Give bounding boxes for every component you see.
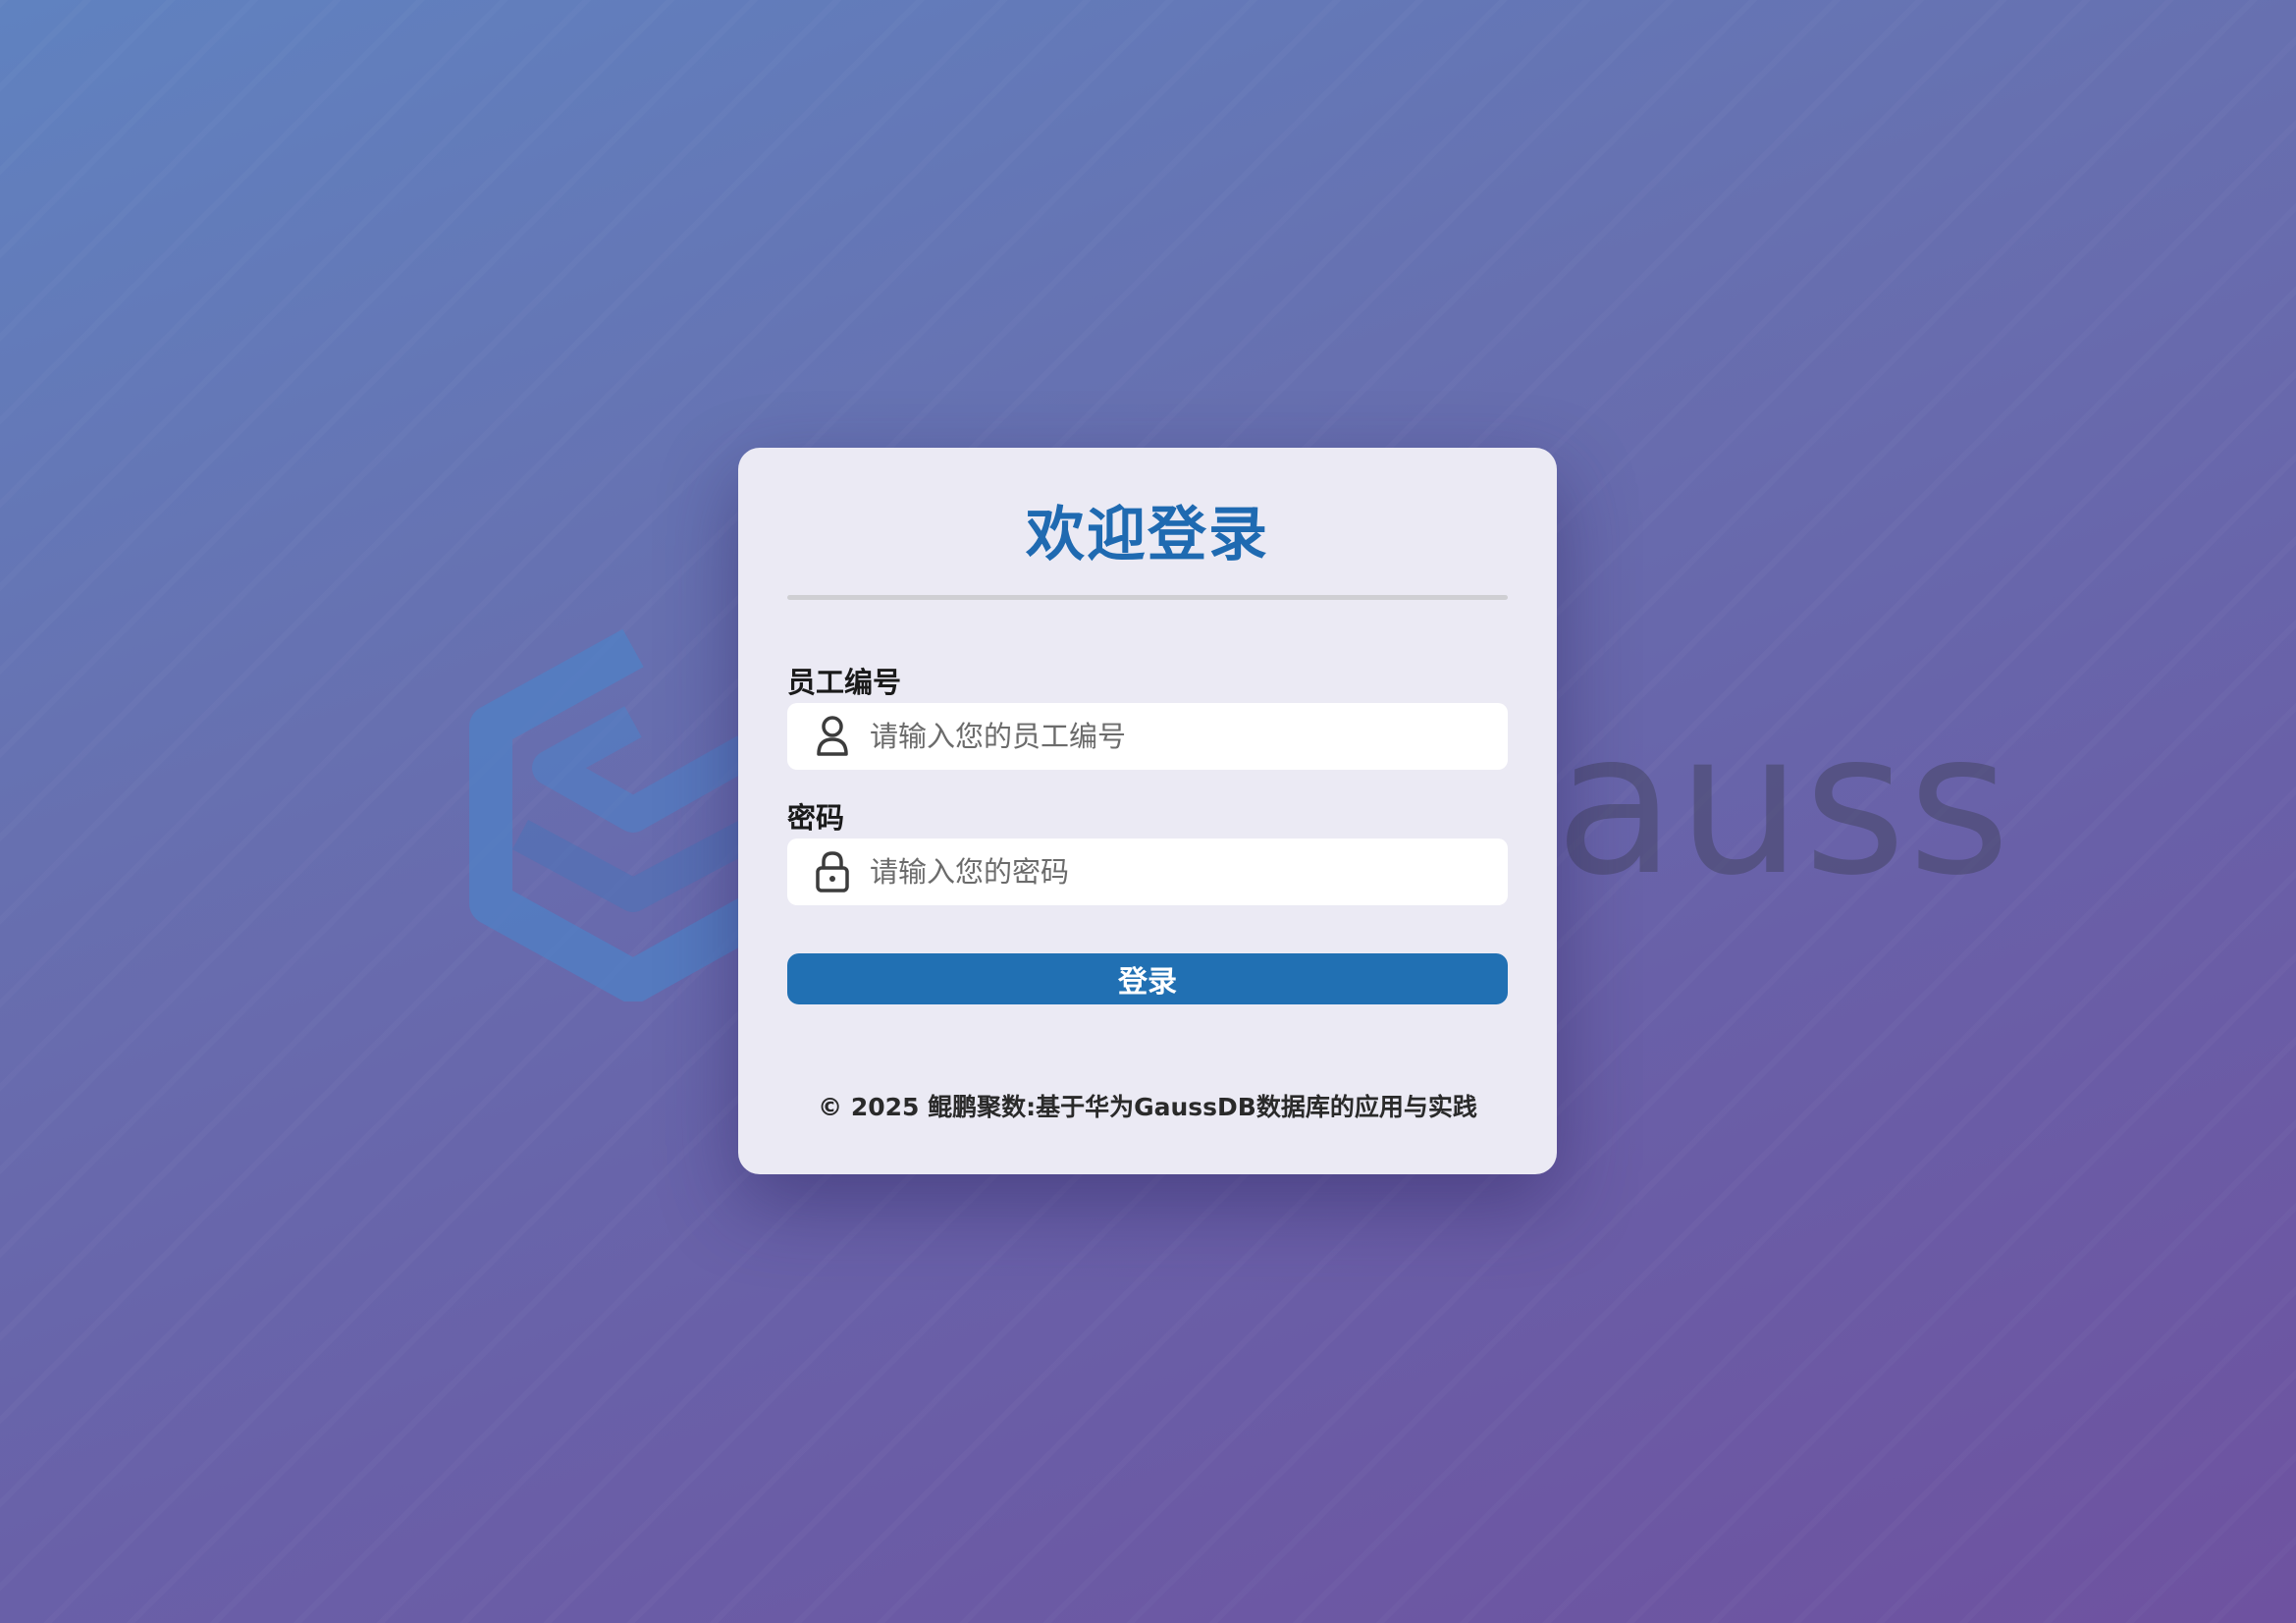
- login-title: 欢迎登录: [1026, 501, 1269, 569]
- login-card: 欢迎登录 员工编号 密码 登录 © 2025 鲲鹏聚数:基于华为GaussDB数…: [738, 448, 1557, 1174]
- title-divider: [787, 595, 1508, 600]
- employee-id-input[interactable]: [868, 719, 1508, 754]
- login-button[interactable]: 登录: [787, 953, 1508, 1004]
- password-input[interactable]: [868, 854, 1508, 890]
- lock-icon: [811, 848, 854, 895]
- user-icon: [811, 713, 854, 760]
- employee-id-field[interactable]: [787, 703, 1508, 770]
- password-field[interactable]: [787, 839, 1508, 905]
- employee-id-label: 员工编号: [787, 666, 902, 699]
- footer-copyright: © 2025 鲲鹏聚数:基于华为GaussDB数据库的应用与实践: [818, 1093, 1477, 1121]
- password-label: 密码: [787, 801, 845, 835]
